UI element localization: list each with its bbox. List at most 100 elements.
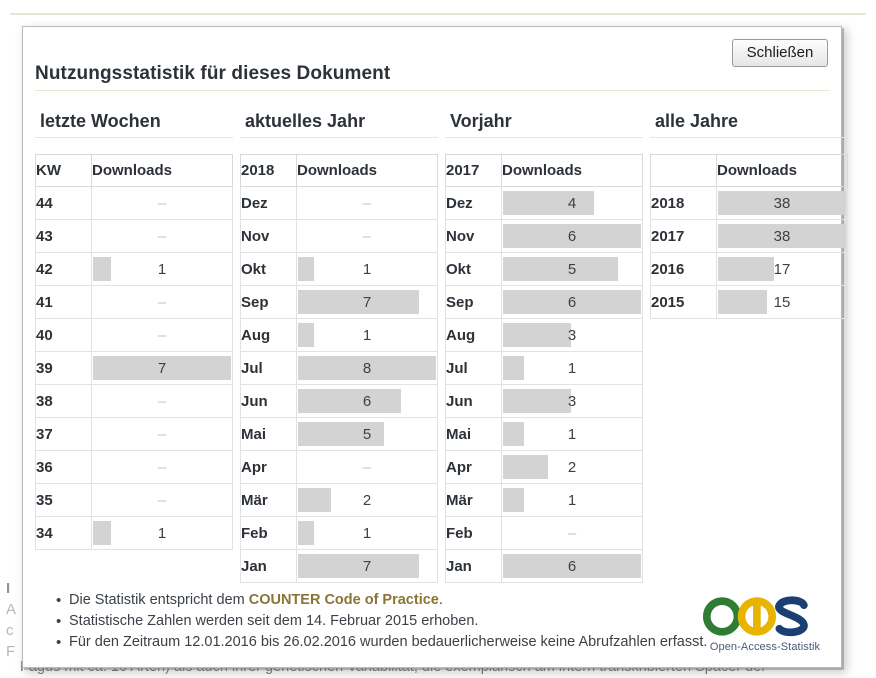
row-value: 5 [362, 425, 372, 443]
row-value-cell: 38 [716, 219, 848, 253]
row-key: Mär [445, 483, 502, 517]
table-row: Mär 1 [445, 483, 643, 517]
table-row: Aug 1 [240, 318, 438, 352]
table-row: 40 – [35, 318, 233, 352]
table-row: 2017 38 [650, 219, 848, 253]
row-value-cell: 17 [716, 252, 848, 286]
row-value: – [362, 227, 372, 245]
row-value: 1 [362, 260, 372, 278]
row-value: 4 [567, 194, 577, 212]
column-header-downloads: Downloads [296, 154, 438, 187]
note-text: Die Statistik entspricht dem [69, 592, 249, 608]
counter-code-of-practice-link[interactable]: COUNTER Code of Practice [249, 592, 439, 608]
row-key: Okt [445, 252, 502, 286]
row-key: Jan [445, 549, 502, 583]
row-value-cell: – [296, 186, 438, 220]
row-key: 42 [35, 252, 92, 286]
close-button[interactable]: Schließen [732, 39, 828, 67]
stat-table: 2017 Downloads Dez 4 Nov 6 Okt 5 Sep 6 Aug 3 Jul 1 Jun… [445, 154, 643, 583]
row-key: 37 [35, 417, 92, 451]
row-value-cell: – [296, 219, 438, 253]
table-row: 44 – [35, 186, 233, 220]
row-key: 36 [35, 450, 92, 484]
table-row: Jul 8 [240, 351, 438, 385]
row-value-cell: 5 [296, 417, 438, 451]
row-value: 2 [567, 458, 577, 476]
row-value-cell: – [91, 186, 233, 220]
row-value: 17 [773, 260, 791, 278]
stat-column-heading: Vorjahr [445, 111, 643, 138]
row-value: 7 [362, 557, 372, 575]
row-value: 8 [362, 359, 372, 377]
table-row: 43 – [35, 219, 233, 253]
table-row: Nov – [240, 219, 438, 253]
row-key: Apr [445, 450, 502, 484]
stat-table: 2018 Downloads Dez – Nov – Okt 1 Sep 7 Aug 1 Jul 8 Jun… [240, 154, 438, 583]
row-key: Dez [240, 186, 297, 220]
row-key: Feb [240, 516, 297, 550]
table-row: Okt 5 [445, 252, 643, 286]
row-value: – [157, 425, 167, 443]
row-value: 1 [362, 326, 372, 344]
oas-logo: Open-Access-Statistik [701, 595, 825, 653]
table-row: 38 – [35, 384, 233, 418]
row-value-cell: – [91, 219, 233, 253]
row-value-cell: 1 [91, 516, 233, 550]
row-key: Jun [445, 384, 502, 418]
title-divider [35, 90, 830, 91]
row-value: 7 [362, 293, 372, 311]
row-value-cell: – [91, 384, 233, 418]
row-value: – [157, 227, 167, 245]
stat-table: Downloads 2018 38 2017 38 2016 17 2015 15 [650, 154, 848, 319]
table-row: Nov 6 [445, 219, 643, 253]
row-key: Sep [240, 285, 297, 319]
stat-column-heading: aktuelles Jahr [240, 111, 438, 138]
table-row: Mär 2 [240, 483, 438, 517]
table-row: Apr 2 [445, 450, 643, 484]
oas-wordmark: Open-Access-Statistik [709, 641, 821, 653]
row-value-cell: 8 [296, 351, 438, 385]
row-value: – [567, 524, 577, 542]
row-value-cell: 7 [91, 351, 233, 385]
row-key: Sep [445, 285, 502, 319]
table-row: 2016 17 [650, 252, 848, 286]
table-header-row: KW Downloads [35, 154, 233, 187]
table-row: 37 – [35, 417, 233, 451]
row-value: 1 [157, 260, 167, 278]
row-value-cell: 2 [296, 483, 438, 517]
stat-column-heading: alle Jahre [650, 111, 848, 138]
row-key: Jul [445, 351, 502, 385]
column-header-key [650, 154, 717, 187]
stat-column: Vorjahr 2017 Downloads Dez 4 Nov 6 Okt 5 Sep 6 Aug 3… [445, 111, 650, 583]
row-value-cell: 7 [296, 549, 438, 583]
row-value-cell: 4 [501, 186, 643, 220]
column-header-key: KW [35, 154, 92, 187]
table-row: Feb 1 [240, 516, 438, 550]
table-row: Dez – [240, 186, 438, 220]
row-value-cell: – [91, 318, 233, 352]
row-value: 1 [362, 524, 372, 542]
row-key: Feb [445, 516, 502, 550]
row-value: – [157, 458, 167, 476]
row-value-cell: – [91, 417, 233, 451]
row-value-cell: 2 [501, 450, 643, 484]
row-value: – [362, 458, 372, 476]
row-value-cell: 1 [296, 252, 438, 286]
row-value: 6 [362, 392, 372, 410]
stat-column: letzte Wochen KW Downloads 44–43–42 1 41–40–3… [35, 111, 240, 583]
row-key: 35 [35, 483, 92, 517]
table-row: 41 – [35, 285, 233, 319]
note-suffix: . [438, 592, 443, 608]
row-key: Mai [445, 417, 502, 451]
row-key: Mai [240, 417, 297, 451]
table-row: Dez 4 [445, 186, 643, 220]
row-value: – [157, 326, 167, 344]
table-row: Mai 5 [240, 417, 438, 451]
row-value: 38 [773, 227, 791, 245]
table-row: 35 – [35, 483, 233, 517]
row-value-cell: 1 [501, 483, 643, 517]
row-value: 7 [157, 359, 167, 377]
row-key: 34 [35, 516, 92, 550]
row-value-cell: 3 [501, 318, 643, 352]
row-value: 5 [567, 260, 577, 278]
